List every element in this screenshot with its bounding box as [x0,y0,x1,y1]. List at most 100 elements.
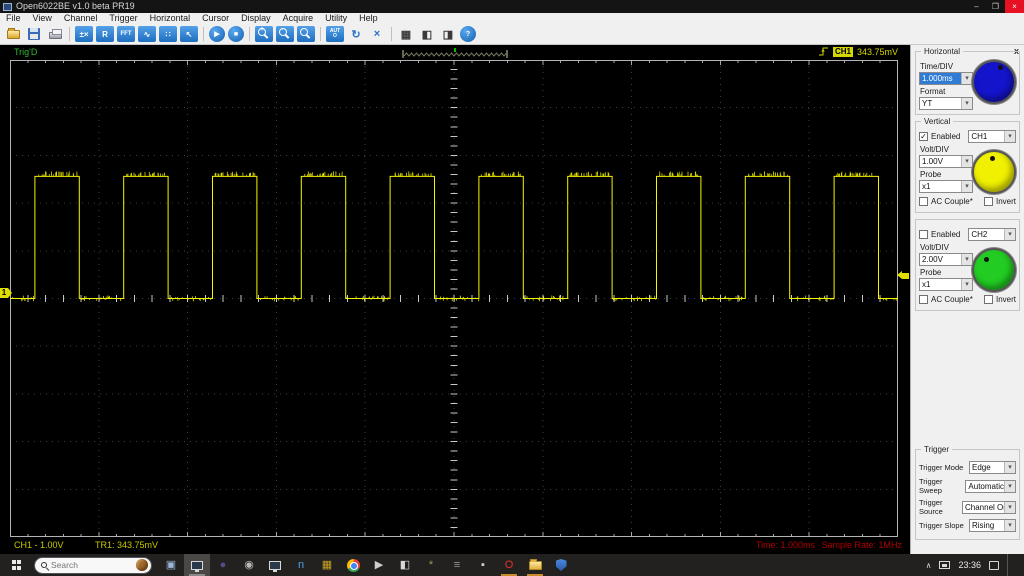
trigger-source-select[interactable]: Channel One ▾ [962,501,1016,514]
measure-window-button[interactable]: ▦ [397,26,415,42]
cursor-select-button[interactable]: ↖ [180,26,198,42]
ch1-invert-checkbox[interactable] [984,197,993,206]
maximize-button[interactable]: ❐ [986,0,1005,13]
chevron-down-icon: ▾ [1004,229,1015,240]
trigger-status-label: Trig'D [14,47,37,57]
zoom-window-button[interactable] [297,26,315,42]
ch2-probe-select[interactable]: x1 ▾ [919,278,973,291]
tray-expand-chevron[interactable]: ∧ [926,561,932,570]
waveform-button[interactable]: ∿ [138,26,156,42]
show-desktop-button[interactable] [1007,554,1010,576]
close-button[interactable]: × [1005,0,1024,13]
trigger-sweep-select[interactable]: Automatic ▾ [965,480,1016,493]
waveform-svg [10,60,898,537]
format-select[interactable]: YT ▾ [919,97,973,110]
panel-left-button[interactable]: ◧ [418,26,436,42]
display-points-button[interactable]: ∷ [159,26,177,42]
timebase-readout: Time: 1.000ms [756,540,815,550]
zoom-out-button[interactable]: - [276,26,294,42]
title-bar: Open6022BE v1.0 beta PR19 – ❐ × [0,0,1024,13]
taskbar-app-blue-n[interactable]: n [288,554,314,576]
zoom-in-button[interactable]: + [255,26,273,42]
trigger-mode-select[interactable]: Edge ▾ [969,461,1016,474]
separator [249,27,250,41]
menu-channel[interactable]: Channel [58,13,104,24]
ch2-ac-couple-checkbox[interactable] [919,295,928,304]
ch1-ac-couple-checkbox[interactable] [919,197,928,206]
panel-right-button[interactable]: ◨ [439,26,457,42]
taskbar-app-oscilloscope[interactable] [184,554,210,576]
menu-view[interactable]: View [27,13,58,24]
start-button[interactable] [0,554,34,576]
taskbar-app-explorer[interactable] [522,554,548,576]
reference-button[interactable]: R [96,26,114,42]
menu-trigger[interactable]: Trigger [103,13,143,24]
minimize-button[interactable]: – [967,0,986,13]
search-icon [41,562,47,568]
menu-file[interactable]: File [0,13,27,24]
open-file-button[interactable] [4,26,22,42]
tr1-level-readout: TR1: 343.75mV [95,540,158,550]
search-input[interactable] [51,560,121,570]
time-div-select[interactable]: 1.000ms ▾ [919,72,973,85]
taskbar-app-small-gray[interactable]: ≡ [444,554,470,576]
taskbar-app-defender[interactable] [548,554,574,576]
taskbar-app-display[interactable] [262,554,288,576]
ch1-probe-select[interactable]: x1 ▾ [919,180,973,193]
workspace: Trig'D CH1 343.75mV 1 [0,45,1024,554]
scope-status-top: Trig'D CH1 343.75mV [0,45,910,60]
taskbar-app-window[interactable]: ▣ [158,554,184,576]
ch2-volt-div-select[interactable]: 2.00V ▾ [919,253,973,266]
horizontal-knob[interactable] [972,60,1016,104]
search-box[interactable] [34,557,152,574]
ch2-invert-label: Invert [996,295,1016,304]
taskbar-app-yellow[interactable]: ▦ [314,554,340,576]
network-icon[interactable] [939,561,950,569]
ch1-volt-div-select[interactable]: 1.00V ▾ [919,155,973,168]
trigger-level-marker[interactable] [897,271,909,280]
horizontal-group-title: Horizontal [921,47,963,56]
control-panel: x Horizontal Time/DIV 1.000ms ▾ Format Y… [910,45,1024,554]
fft-button[interactable]: FFT [117,26,135,42]
print-button[interactable] [46,26,64,42]
ch2-enabled-checkbox[interactable] [919,230,928,239]
taskbar-app-dark[interactable]: ▪ [470,554,496,576]
channel1-position-marker[interactable]: 1 [0,288,12,298]
taskbar-app-green[interactable]: * [418,554,444,576]
ch2-invert-checkbox[interactable] [984,295,993,304]
ch2-channel-select[interactable]: CH2 ▾ [968,228,1016,241]
trigger-slope-select[interactable]: Rising ▾ [969,519,1016,532]
menu-bar: File View Channel Trigger Horizontal Cur… [0,13,1024,24]
menu-acquire[interactable]: Acquire [277,13,320,24]
taskbar-app-purple[interactable]: ● [210,554,236,576]
menu-horizontal[interactable]: Horizontal [144,13,197,24]
run-button[interactable]: ▶ [209,26,225,42]
stop-button[interactable]: ■ [228,26,244,42]
taskbar-app-opera[interactable]: O [496,554,522,576]
math-button[interactable]: ±× [75,26,93,42]
notification-icon[interactable] [989,561,999,570]
taskbar-app-camera[interactable]: ◉ [236,554,262,576]
menu-utility[interactable]: Utility [319,13,353,24]
save-button[interactable] [25,26,43,42]
taskbar-clock[interactable]: 23:36 [958,560,981,570]
menu-cursor[interactable]: Cursor [196,13,235,24]
autoset-button[interactable]: AUTO [326,26,344,42]
ch1-scale-readout: CH1 - 1.00V [14,540,64,550]
chevron-down-icon: ▾ [1004,462,1015,473]
fullscreen-button[interactable]: × [368,26,386,42]
vertical-ch1-group: Vertical ✓ Enabled CH1 ▾ Volt/DIV 1.00V … [915,121,1020,213]
refresh-button[interactable]: ↻ [347,26,365,42]
menu-display[interactable]: Display [235,13,277,24]
ch1-position-knob[interactable] [972,150,1016,194]
menu-help[interactable]: Help [353,13,384,24]
taskbar-app-chrome[interactable] [340,554,366,576]
help-button[interactable]: ? [460,26,476,42]
ch2-position-knob[interactable] [972,248,1016,292]
taskbar-app-tv[interactable]: ◧ [392,554,418,576]
ch1-channel-select[interactable]: CH1 ▾ [968,130,1016,143]
taskbar-app-media[interactable]: ▶ [366,554,392,576]
ch1-ac-couple-label: AC Couple* [931,197,973,206]
ch1-enabled-checkbox[interactable]: ✓ [919,132,928,141]
widgets-icon[interactable] [136,559,148,571]
